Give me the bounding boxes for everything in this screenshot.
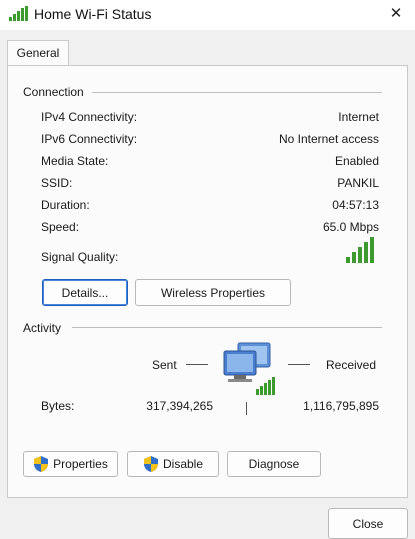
activity-group-title: Activity (23, 321, 66, 335)
signal-bar (370, 237, 374, 263)
diagnose-button[interactable]: Diagnose (227, 451, 321, 477)
wireless-properties-button[interactable]: Wireless Properties (135, 279, 291, 306)
window-close-button[interactable]: ✕ (386, 4, 406, 24)
bytes-label: Bytes: (41, 399, 75, 413)
details-button[interactable]: Details... (42, 279, 128, 306)
media-state-value: Enabled (334, 154, 379, 168)
close-button[interactable]: Close (328, 508, 408, 539)
received-line (288, 364, 310, 365)
window-title: Home Wi-Fi Status (34, 6, 152, 22)
media-state-label: Media State: (41, 154, 109, 168)
title-bar: Home Wi-Fi Status ✕ (0, 0, 415, 30)
disable-button-label: Disable (162, 457, 204, 471)
tab-general[interactable]: General (7, 40, 69, 66)
bytes-divider (246, 402, 247, 415)
bytes-received-value: 1,116,795,895 (303, 399, 379, 413)
shield-icon (143, 456, 158, 472)
properties-button[interactable]: Properties (23, 451, 118, 477)
ssid-label: SSID: (41, 176, 73, 190)
shield-icon (34, 456, 49, 472)
activity-divider (72, 327, 382, 328)
signal-strength-icon (9, 6, 28, 21)
disable-button[interactable]: Disable (127, 451, 219, 477)
ssid-value: PANKIL (337, 176, 379, 190)
sent-label: Sent (152, 358, 177, 372)
signal-bar (364, 242, 368, 263)
ipv6-label: IPv6 Connectivity: (41, 132, 138, 146)
speed-label: Speed: (41, 220, 80, 234)
duration-label: Duration: (41, 198, 90, 212)
signal-bar (358, 247, 362, 263)
duration-value: 04:57:13 (332, 198, 379, 212)
ipv4-value: Internet (338, 110, 379, 124)
connection-divider (92, 92, 382, 93)
sent-line (186, 364, 208, 365)
properties-button-label: Properties (53, 457, 108, 471)
network-computers-icon (223, 342, 275, 395)
ipv6-value: No Internet access (278, 132, 379, 146)
signal-quality-icon (346, 237, 374, 263)
signal-quality-label: Signal Quality: (41, 250, 119, 264)
bytes-sent-value: 317,394,265 (146, 399, 213, 413)
received-label: Received (326, 358, 377, 372)
signal-bar (352, 252, 356, 263)
speed-value: 65.0 Mbps (322, 220, 379, 234)
signal-bar (346, 257, 350, 263)
connection-group-title: Connection (23, 85, 88, 99)
ipv4-label: IPv4 Connectivity: (41, 110, 138, 124)
